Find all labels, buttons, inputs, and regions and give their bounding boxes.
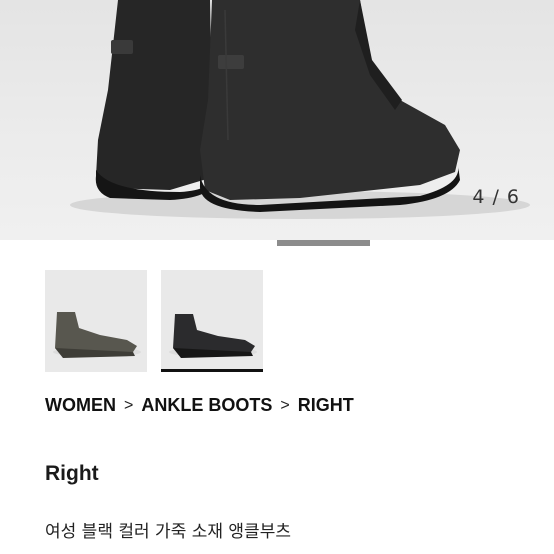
product-image-gallery[interactable]: 4 / 6 [0, 0, 554, 240]
thumbnail-grey[interactable] [45, 270, 147, 372]
thumbnail-black[interactable] [161, 270, 263, 372]
breadcrumb-women[interactable]: WOMEN [45, 395, 116, 416]
breadcrumb-separator-icon: > [280, 396, 290, 414]
gallery-progress-bar [0, 240, 554, 246]
product-title: Right [45, 462, 99, 485]
black-boot-thumbnail [169, 314, 257, 358]
thumbnail-strip [45, 270, 263, 372]
breadcrumb-right[interactable]: RIGHT [298, 395, 354, 416]
boot-product-image [70, 0, 530, 219]
breadcrumb-ankle-boots[interactable]: ANKLE BOOTS [141, 395, 272, 416]
breadcrumb-separator-icon: > [124, 396, 134, 414]
product-description: 여성 블랙 컬러 가죽 소재 앵클부츠 [45, 522, 291, 542]
breadcrumb: WOMEN > ANKLE BOOTS > RIGHT [45, 395, 354, 416]
gallery-progress-indicator [277, 240, 370, 246]
image-counter: 4 / 6 [472, 186, 520, 208]
grey-boot-thumbnail [53, 312, 141, 358]
